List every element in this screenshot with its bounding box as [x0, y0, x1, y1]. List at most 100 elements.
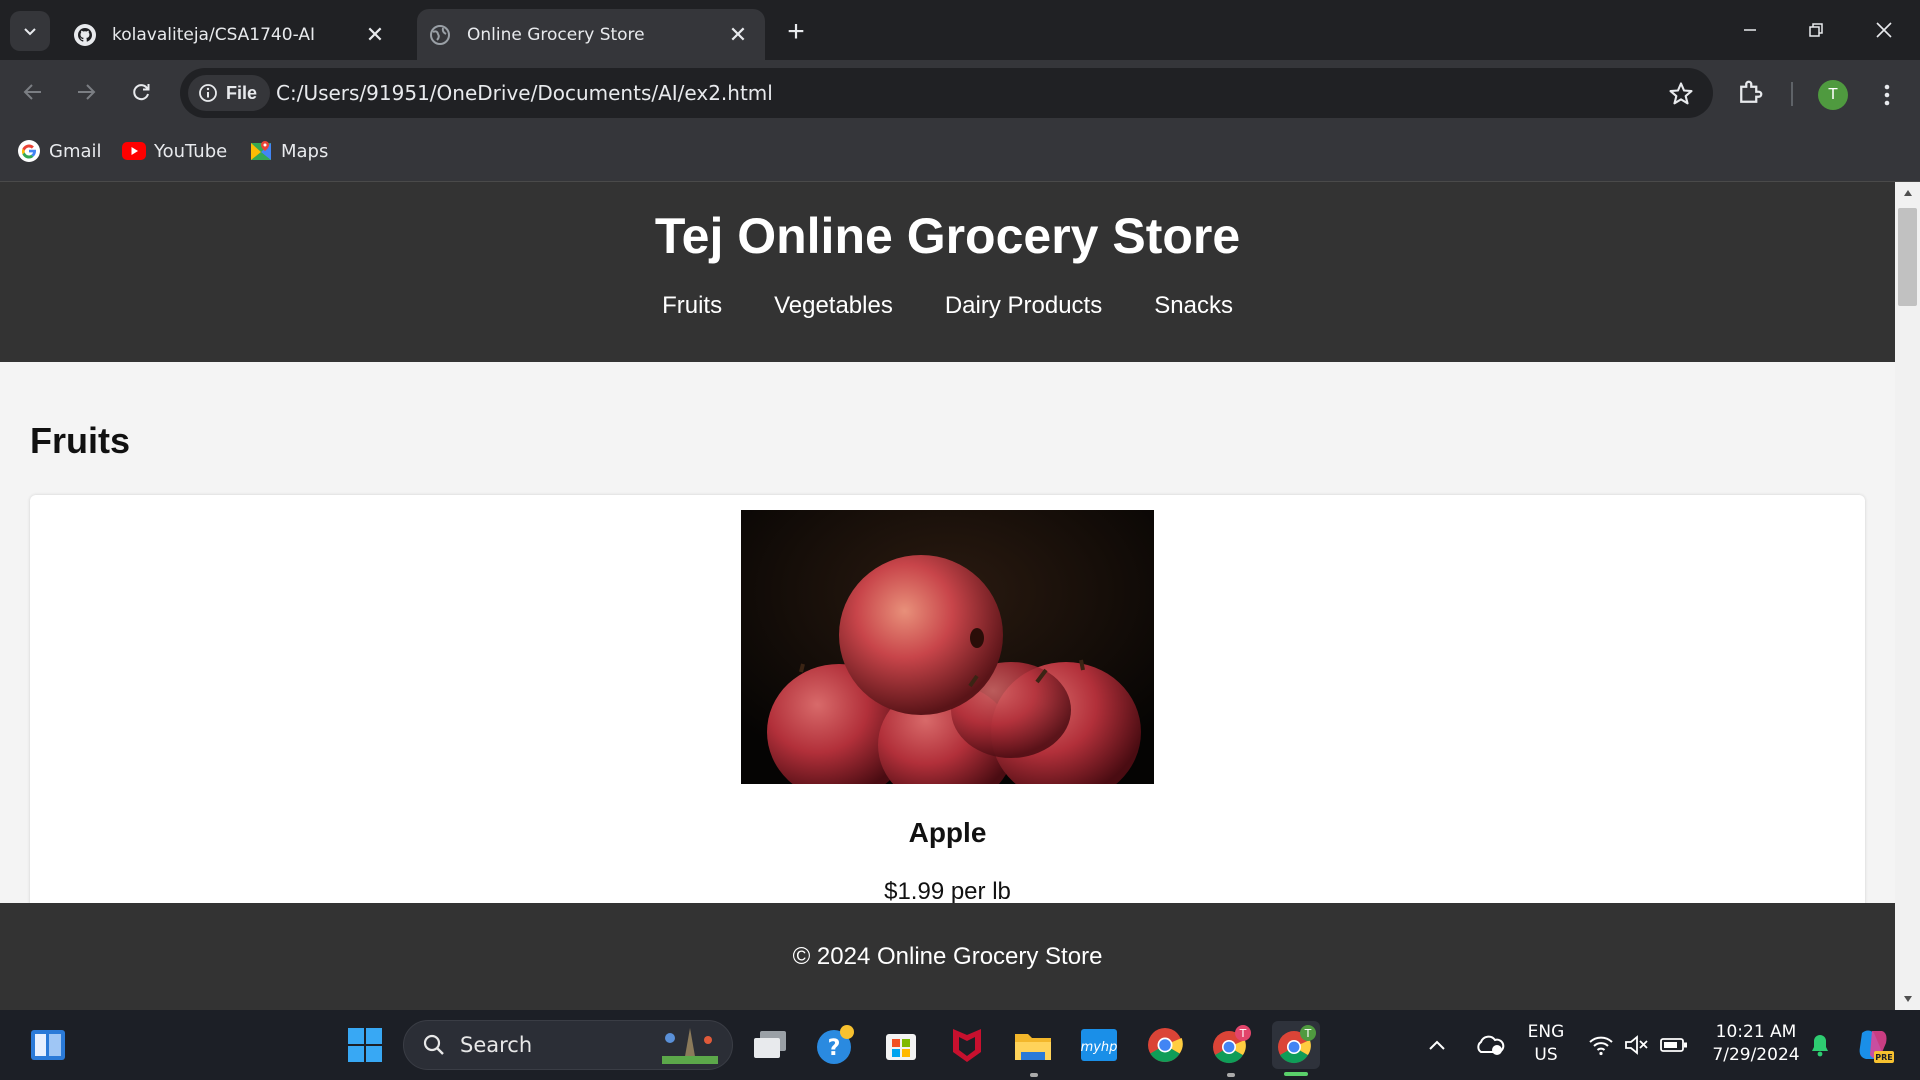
close-icon[interactable]: ✕ [723, 20, 753, 50]
file-explorer-icon[interactable] [1009, 1021, 1057, 1069]
battery-icon[interactable] [1658, 1021, 1690, 1069]
chevron-up-icon[interactable] [1417, 1021, 1457, 1069]
clock-time: 10:21 AM [1715, 1022, 1797, 1042]
chrome-active-icon[interactable]: T [1272, 1021, 1320, 1069]
myhp-icon[interactable]: myhp [1075, 1021, 1123, 1069]
page-viewport: Tej Online Grocery Store Fruits Vegetabl… [0, 182, 1920, 1010]
toolbar-divider [1791, 82, 1793, 106]
running-indicator [1227, 1073, 1235, 1077]
chevron-down-icon [24, 28, 36, 36]
svg-text:PRE: PRE [1875, 1053, 1893, 1062]
search-highlight-icon [662, 1028, 718, 1064]
close-icon[interactable]: ✕ [360, 20, 390, 50]
site-chip-label: File [226, 82, 258, 103]
close-window-button[interactable] [1856, 8, 1912, 52]
region-code: US [1534, 1045, 1558, 1065]
reload-icon [133, 84, 150, 101]
wifi-icon[interactable] [1586, 1021, 1616, 1069]
widgets-icon[interactable] [24, 1021, 72, 1069]
youtube-icon [122, 139, 146, 163]
restore-button[interactable] [1788, 8, 1844, 52]
svg-text:T: T [1304, 1027, 1312, 1040]
arrow-left-icon [23, 84, 41, 100]
active-app-indicator [1284, 1072, 1308, 1076]
page-scrollbar[interactable] [1895, 182, 1920, 1010]
clock-date: 7/29/2024 [1712, 1045, 1800, 1065]
extensions-icon[interactable] [1735, 78, 1771, 108]
minimize-button[interactable] [1722, 8, 1778, 52]
tab-search-button[interactable] [10, 11, 50, 51]
site-header: Tej Online Grocery Store Fruits Vegetabl… [0, 182, 1895, 362]
profile-avatar[interactable]: T [1818, 80, 1848, 110]
url-text[interactable]: C:/Users/91951/OneDrive/Documents/AI/ex2… [276, 81, 773, 105]
info-icon [199, 84, 217, 102]
minimize-icon [1744, 29, 1756, 31]
site-nav: Fruits Vegetables Dairy Products Snacks [0, 292, 1895, 320]
restore-icon [1809, 23, 1823, 37]
chrome-profile-icon[interactable]: T [1207, 1021, 1255, 1069]
footer-text: © 2024 Online Grocery Store [792, 943, 1103, 970]
site-footer: © 2024 Online Grocery Store [0, 903, 1895, 1010]
search-label: Search [460, 1033, 533, 1057]
svg-text:myhp: myhp [1081, 1040, 1118, 1055]
section-title: Fruits [30, 420, 131, 461]
running-indicator [1030, 1073, 1038, 1077]
bookmark-label: Gmail [49, 140, 102, 162]
scroll-up-arrow-icon[interactable] [1895, 182, 1920, 204]
product-name: Apple [908, 817, 987, 848]
scroll-down-arrow-icon[interactable] [1895, 988, 1920, 1010]
maps-icon [249, 139, 273, 163]
arrow-right-icon [78, 84, 96, 100]
bookmark-label: Maps [281, 140, 329, 162]
microsoft-store-icon[interactable] [877, 1021, 925, 1069]
product-image [741, 510, 1154, 784]
new-tab-button[interactable]: + [778, 14, 814, 50]
bookmarks-bar: Gmail YouTube Maps [0, 125, 1920, 182]
tab-grocery-store[interactable]: Online Grocery Store ✕ [417, 9, 765, 60]
bookmark-maps[interactable]: Maps [249, 139, 328, 163]
nav-link-dairy-products[interactable]: Dairy Products [945, 292, 1102, 320]
forward-button[interactable] [65, 71, 107, 113]
help-icon[interactable]: ? [811, 1021, 859, 1069]
back-button[interactable] [12, 71, 54, 113]
nav-link-fruits[interactable]: Fruits [662, 292, 722, 320]
address-bar[interactable]: File C:/Users/91951/OneDrive/Documents/A… [180, 68, 1713, 118]
tab-github[interactable]: kolavaliteja/CSA1740-AI ✕ [62, 9, 402, 60]
more-menu-icon[interactable] [1872, 78, 1902, 112]
scroll-thumb[interactable] [1898, 208, 1917, 306]
reload-button[interactable] [120, 71, 162, 113]
chrome-icon[interactable] [1141, 1021, 1189, 1069]
nav-link-snacks[interactable]: Snacks [1154, 292, 1233, 320]
tab-title: kolavaliteja/CSA1740-AI [112, 24, 315, 45]
language-code: ENG [1527, 1022, 1565, 1042]
windows-start-icon[interactable] [341, 1021, 389, 1069]
nav-link-vegetables[interactable]: Vegetables [774, 292, 893, 320]
notification-bell-icon[interactable] [1806, 1021, 1834, 1069]
tab-strip: kolavaliteja/CSA1740-AI ✕ Online Grocery… [0, 0, 1920, 60]
close-icon [1876, 22, 1892, 38]
task-view-icon[interactable] [746, 1021, 794, 1069]
svg-text:?: ? [828, 1036, 841, 1061]
clock[interactable]: 10:21 AM 7/29/2024 [1704, 1021, 1808, 1067]
github-icon [72, 22, 98, 48]
google-icon [17, 139, 41, 163]
language-indicator[interactable]: ENG US [1520, 1021, 1572, 1067]
globe-icon [427, 22, 453, 48]
onedrive-icon[interactable] [1466, 1021, 1512, 1069]
site-info-chip[interactable]: File [188, 75, 270, 111]
site-title: Tej Online Grocery Store [654, 208, 1241, 264]
taskbar-search[interactable]: Search [403, 1020, 733, 1070]
bookmark-gmail[interactable]: Gmail [17, 139, 102, 163]
mcafee-icon[interactable] [943, 1021, 991, 1069]
bookmark-star-icon[interactable] [1667, 80, 1695, 108]
browser-toolbar: File C:/Users/91951/OneDrive/Documents/A… [0, 60, 1920, 125]
bookmark-youtube[interactable]: YouTube [122, 139, 227, 163]
svg-text:T: T [1239, 1027, 1247, 1040]
volume-muted-icon[interactable] [1622, 1021, 1652, 1069]
tab-title: Online Grocery Store [467, 24, 645, 45]
copilot-icon[interactable]: PRE [1850, 1021, 1898, 1069]
windows-taskbar: Search ? myhp T T ENG US 10:21 AM 7/29/2… [0, 1010, 1920, 1080]
bookmark-label: YouTube [154, 140, 228, 162]
product-price: $1.99 per lb [884, 878, 1011, 905]
search-icon [423, 1034, 444, 1055]
